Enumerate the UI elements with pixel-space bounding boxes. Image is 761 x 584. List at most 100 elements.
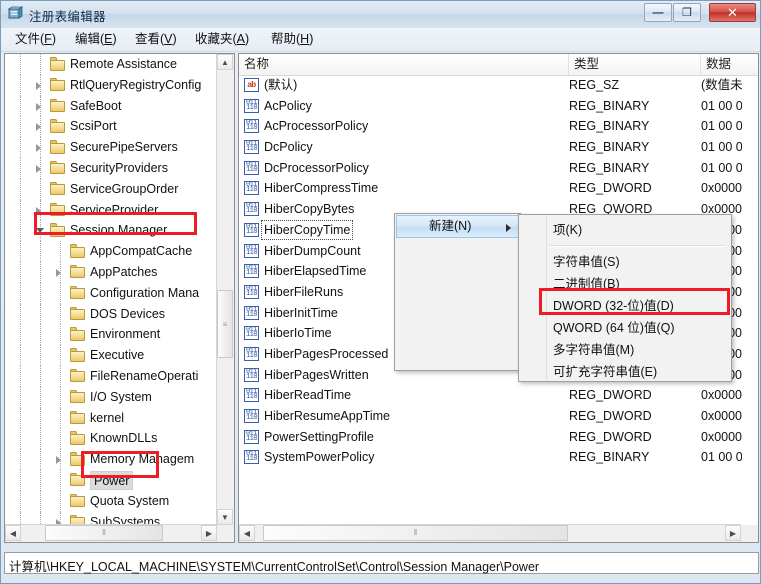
table-row[interactable]: 011 110 PowerSettingProfile REG_DWORD 0x0000	[239, 427, 742, 448]
tree-guide-line	[20, 157, 21, 179]
tree-item-apppatches[interactable]: AppPatches	[5, 261, 218, 283]
table-row[interactable]: 011 110 SystemPowerPolicy REG_BINARY 01 00 0	[239, 447, 742, 468]
tree-scroll-left-button[interactable]: ◀	[5, 525, 21, 541]
menu-h[interactable]: 帮助(H)	[265, 31, 319, 48]
chevron-right-icon[interactable]	[56, 456, 61, 465]
submenu-item-6[interactable]: 可扩充字符串值(E)	[547, 361, 729, 383]
tree-item-label: SecurePipeServers	[70, 140, 178, 155]
binary-value-icon: 011 110	[244, 243, 259, 258]
tree-item-session-manager[interactable]: Session Manager	[5, 220, 218, 242]
close-icon: ✕	[727, 4, 738, 20]
tree-item-quota-system[interactable]: Quota System	[5, 490, 218, 512]
tree-item-securityproviders[interactable]: SecurityProviders	[5, 157, 218, 179]
maximize-button[interactable]: ❐	[673, 3, 701, 22]
tree-horizontal-scroll-thumb[interactable]: ⦀	[45, 525, 163, 541]
menu-f[interactable]: 文件(F)	[9, 31, 62, 48]
submenu-item-0[interactable]: 项(K)	[547, 219, 729, 241]
table-row[interactable]: 011 110 HiberReadTime REG_DWORD 0x0000	[239, 385, 742, 406]
tree-vertical-scrollbar[interactable]: ▲ ≡ ▼	[216, 54, 234, 525]
tree-item-power[interactable]: Power	[5, 469, 218, 491]
submenu-item-dword-32[interactable]: DWORD (32-位)值(D)	[547, 295, 729, 317]
value-name: HiberPagesWritten	[264, 367, 369, 382]
registry-tree[interactable]: Remote Assistance RtlQueryRegistryConfig S…	[5, 54, 218, 526]
context-menu[interactable]: 新建(N)	[394, 213, 521, 371]
minimize-button[interactable]: —	[644, 3, 672, 22]
chevron-right-icon[interactable]	[36, 123, 41, 132]
list-horizontal-scroll-thumb[interactable]: ⦀	[263, 525, 568, 541]
binary-value-icon: 011 110	[244, 98, 259, 113]
menu-v[interactable]: 查看(V)	[129, 31, 183, 48]
submenu-item-4[interactable]: QWORD (64 位)值(Q)	[547, 317, 729, 339]
list-scroll-right-button[interactable]: ▶	[725, 525, 741, 541]
table-row[interactable]: 011 110 AcPolicy REG_BINARY 01 00 0	[239, 96, 742, 117]
folder-icon	[50, 140, 66, 154]
chevron-right-icon[interactable]	[36, 81, 41, 90]
table-row[interactable]: 011 110 HiberResumeAppTime REG_DWORD 0x0000	[239, 406, 742, 427]
column-header-name[interactable]: 名称	[239, 54, 569, 75]
tree-item-securepipeservers[interactable]: SecurePipeServers	[5, 137, 218, 158]
table-row[interactable]: ab (默认) REG_SZ (数值未	[239, 75, 742, 96]
registry-tree-pane[interactable]: Remote Assistance RtlQueryRegistryConfig S…	[4, 53, 235, 543]
tree-item-filerenameoperati[interactable]: FileRenameOperati	[5, 365, 218, 387]
tree-item-scsiport[interactable]: ScsiPort	[5, 116, 218, 138]
tree-item-rtlqueryregistryconfig[interactable]: RtlQueryRegistryConfig	[5, 74, 218, 96]
menu-a[interactable]: 收藏夹(A)	[189, 31, 255, 48]
submenu-item-2[interactable]: 二进制值(B)	[547, 273, 729, 295]
tree-item-appcompatcache[interactable]: AppCompatCache	[5, 241, 218, 262]
tree-item-label: ScsiPort	[70, 119, 117, 134]
tree-item-safeboot[interactable]: SafeBoot	[5, 95, 218, 117]
column-header-data[interactable]: 数据	[701, 54, 758, 75]
chevron-right-icon[interactable]	[36, 102, 41, 111]
tree-scroll-up-button[interactable]: ▲	[217, 54, 233, 70]
context-menu-item-new[interactable]: 新建(N)	[396, 215, 521, 238]
submenu-item-5[interactable]: 多字符串值(M)	[547, 339, 729, 361]
tree-item-knowndlls[interactable]: KnownDLLs	[5, 428, 218, 450]
tree-guide-line	[20, 324, 21, 346]
tree-item-executive[interactable]: Executive	[5, 345, 218, 366]
list-horizontal-scrollbar[interactable]: ◀ ⦀ ▶	[239, 524, 741, 542]
table-row[interactable]: 011 110 DcProcessorPolicy REG_BINARY 01 00 0	[239, 158, 742, 179]
tree-item-i-o-system[interactable]: I/O System	[5, 386, 218, 408]
registry-path: 计算机\HKEY_LOCAL_MACHINE\SYSTEM\CurrentCon…	[9, 560, 540, 574]
tree-item-label: Session Manager	[70, 223, 168, 238]
tree-item-remote-assistance[interactable]: Remote Assistance	[5, 54, 218, 75]
tree-item-label: I/O System	[90, 389, 152, 404]
tree-item-kernel[interactable]: kernel	[5, 407, 218, 429]
list-scroll-left-button[interactable]: ◀	[239, 525, 255, 541]
table-row[interactable]: 011 110 AcProcessorPolicy REG_BINARY 01 00 0	[239, 116, 742, 137]
value-type: REG_DWORD	[569, 388, 652, 403]
tree-horizontal-scrollbar[interactable]: ◀ ⦀ ▶	[5, 524, 217, 542]
chevron-right-icon[interactable]	[36, 164, 41, 173]
table-row[interactable]: 011 110 HiberCompressTime REG_DWORD 0x0000	[239, 178, 742, 199]
status-bar: 计算机\HKEY_LOCAL_MACHINE\SYSTEM\CurrentCon…	[4, 552, 759, 574]
chevron-down-icon[interactable]	[36, 228, 44, 234]
value-name: HiberElapsedTime	[264, 264, 367, 279]
list-scrollbar-corner	[741, 525, 758, 542]
tree-item-memory-managem[interactable]: Memory Managem	[5, 449, 218, 470]
column-header-type[interactable]: 类型	[569, 54, 701, 75]
tree-guide-line	[20, 54, 21, 75]
tree-item-dos-devices[interactable]: DOS Devices	[5, 303, 218, 325]
title-bar[interactable]: 注册表编辑器 — ❐ ✕	[1, 1, 760, 29]
list-column-header[interactable]: 名称 类型 数据	[239, 54, 758, 76]
chevron-right-icon[interactable]	[36, 206, 41, 215]
close-button[interactable]: ✕	[709, 3, 756, 22]
tree-item-servicegrouporder[interactable]: ServiceGroupOrder	[5, 178, 218, 200]
tree-item-environment[interactable]: Environment	[5, 324, 218, 346]
tree-vertical-scroll-thumb[interactable]: ≡	[217, 290, 233, 358]
submenu-item-1[interactable]: 字符串值(S)	[547, 251, 729, 273]
tree-item-configuration-mana[interactable]: Configuration Mana	[5, 282, 218, 304]
value-name: AcPolicy	[264, 98, 312, 113]
tree-scroll-right-button[interactable]: ▶	[201, 525, 217, 541]
value-name: HiberPagesProcessed	[264, 346, 389, 361]
chevron-right-icon[interactable]	[56, 268, 61, 277]
menu-bar: 文件(F) 编辑(E) 查看(V) 收藏夹(A) 帮助(H)	[1, 28, 760, 52]
tree-guide-line	[40, 428, 41, 450]
binary-value-icon: 011 110	[244, 202, 259, 217]
chevron-right-icon[interactable]	[36, 144, 41, 153]
tree-scroll-down-button[interactable]: ▼	[217, 509, 233, 525]
table-row[interactable]: 011 110 DcPolicy REG_BINARY 01 00 0	[239, 137, 742, 158]
tree-item-serviceprovider[interactable]: ServiceProvider	[5, 199, 218, 221]
new-submenu[interactable]: 项(K) 字符串值(S) 二进制值(B) DWORD (32-位)值(D) QWORD …	[518, 214, 732, 382]
menu-e[interactable]: 编辑(E)	[69, 31, 123, 48]
